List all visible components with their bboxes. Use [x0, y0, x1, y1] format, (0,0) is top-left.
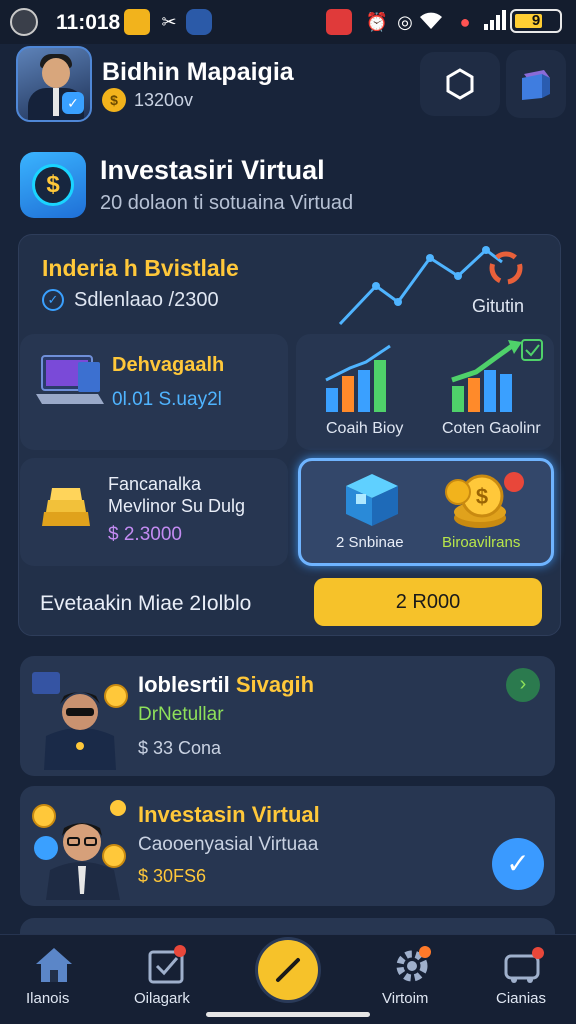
tile-gold-line2: Mevlinor Su Dulg — [108, 496, 246, 516]
nav-item-settings-label: Virtoim — [382, 990, 429, 1007]
page-subtitle: 20 dolaon ti sotuaina Virtuad — [100, 192, 354, 214]
character-sunglasses-icon — [32, 672, 128, 770]
status-time: 11:018 — [56, 11, 121, 34]
tile-gold-line1: Fancanalka — [108, 474, 202, 494]
home-indicator — [206, 1012, 370, 1017]
tile-highlight-right-label: Biroavilrans — [442, 534, 521, 551]
home-icon — [36, 948, 72, 982]
wifi-icon — [418, 9, 444, 35]
laptop-icon — [36, 355, 104, 404]
page-title: Investasiri Virtual — [100, 155, 325, 185]
hexagon-icon — [446, 68, 474, 100]
nav-item-home[interactable]: Ilanois — [20, 938, 100, 1014]
nav-item-cart[interactable]: Cianias — [488, 938, 568, 1014]
nav-item-settings[interactable]: Virtoim — [374, 938, 454, 1014]
cta-button[interactable]: 2 R000 — [314, 578, 542, 626]
checklist-icon — [148, 945, 186, 984]
bar-chart-right-icon — [451, 339, 543, 412]
avatar[interactable]: ✓ — [16, 46, 92, 122]
tile-highlight-left-label: 2 Snbinae — [336, 534, 404, 551]
gear-icon — [396, 946, 431, 982]
graph-label: Gitutin — [472, 296, 525, 316]
record-icon — [326, 9, 352, 35]
fab-edit-button[interactable] — [258, 940, 318, 1000]
list-item-1-subtitle: DrNetullar — [138, 704, 224, 725]
dashboard-title-text: Inderia h Bvistlale — [42, 255, 239, 281]
check-button[interactable]: ✓ — [492, 838, 544, 890]
chevron-right-icon[interactable]: › — [506, 668, 540, 702]
tools-icon: ✂ — [161, 12, 177, 32]
dashboard-footer-text: Evetaakin Miae 2Iolblo — [40, 592, 252, 615]
coins-icon: $ — [445, 472, 524, 528]
list-item-2-subtitle: Caooenyasial Virtuaa — [138, 834, 319, 855]
verified-icon: ✓ — [62, 92, 84, 114]
battery-label: 9 — [531, 12, 541, 29]
nav-item-tasks[interactable]: Oilagark — [126, 938, 212, 1014]
coin-amount: 1320ov — [134, 90, 194, 110]
puzzle-icon — [186, 9, 212, 35]
list-item-2-title: Investasin Virtual — [138, 802, 320, 827]
app-logo-icon: $ — [20, 152, 86, 218]
battery-indicator: 9 — [510, 9, 562, 33]
list-item-1-title-white: Ioblesrtil — [138, 672, 230, 697]
list-item-1-amount: $ 33 Cona — [138, 738, 221, 759]
nav-item-cart-label: Cianias — [496, 990, 547, 1007]
gold-bars-icon — [42, 488, 90, 526]
list-item-1-amount-text: $ 33 Cona — [138, 738, 222, 758]
cart-icon — [504, 947, 544, 983]
notification-square-icon — [124, 9, 150, 35]
crypto-cube-icon — [346, 474, 398, 526]
tile-chart-left-label: Coaih Bioy — [326, 420, 404, 437]
dashboard-title: Inderia h Bvistlale — [42, 255, 239, 282]
check-circle-icon: ✓ — [42, 289, 64, 311]
settings-button[interactable] — [420, 52, 500, 116]
list-item-1-title-yellow: Sivagih — [235, 672, 315, 697]
tile-chart-right-label: Coten Gaolinr — [442, 420, 541, 437]
tile-laptop-title: Dehvagaalh — [112, 354, 225, 376]
app-ring-icon — [10, 8, 38, 36]
coin-icon: $ — [102, 88, 126, 112]
pin-icon: ● — [459, 12, 471, 32]
cube-icon — [522, 70, 550, 100]
nav-item-home-label: Ilanois — [26, 990, 70, 1007]
alarm-icon: ⏰ — [365, 12, 389, 32]
wallet-button[interactable] — [506, 50, 566, 118]
list-item-1-title: Ioblesrtil Sivagih — [138, 672, 314, 698]
tile-gold-amount: $ 2.3000 — [108, 524, 182, 545]
dashboard-subtitle: Sdlenlaao /2300 — [74, 289, 219, 311]
list-item-2-amount: $ 30FS6 — [138, 866, 207, 886]
location-icon: ◎ — [397, 12, 413, 32]
svg-text:$: $ — [476, 484, 488, 509]
profile-name: Bidhin Mapaigia — [102, 58, 294, 86]
bar-chart-left-icon — [325, 344, 391, 412]
character-investor-icon — [32, 800, 126, 900]
nav-item-tasks-label: Oilagark — [134, 990, 190, 1007]
pencil-icon — [276, 958, 300, 982]
signal-icon — [482, 9, 508, 35]
tile-laptop-value: 0l.01 S.uay2l — [112, 389, 222, 410]
